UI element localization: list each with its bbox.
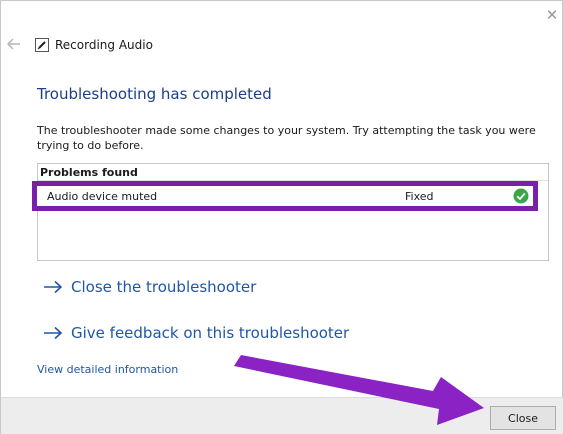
dialog-footer: Close xyxy=(1,397,563,434)
problem-item[interactable]: Audio device muted Fixed xyxy=(32,181,538,211)
close-button[interactable]: Close xyxy=(490,406,556,430)
pen-icon xyxy=(35,38,49,52)
close-troubleshooter-link[interactable]: Close the troubleshooter xyxy=(43,276,256,298)
view-details-link[interactable]: View detailed information xyxy=(37,363,178,376)
troubleshooter-window: ✕ Recording Audio Troubleshooting has co… xyxy=(0,0,563,434)
close-troubleshooter-label: Close the troubleshooter xyxy=(71,278,257,296)
back-arrow-icon[interactable] xyxy=(5,35,23,53)
close-window-icon[interactable]: ✕ xyxy=(542,5,562,25)
problems-found-list: Problems found Audio device muted Fixed xyxy=(32,163,549,261)
problems-header: Problems found xyxy=(40,166,138,179)
page-description: The troubleshooter made some changes to … xyxy=(37,124,536,152)
arrow-right-icon xyxy=(44,326,63,340)
arrow-right-icon xyxy=(44,280,63,294)
problem-status: Fixed xyxy=(405,190,434,203)
window-title-bar: Recording Audio xyxy=(35,36,153,54)
give-feedback-label: Give feedback on this troubleshooter xyxy=(71,324,350,342)
window-title: Recording Audio xyxy=(55,38,153,52)
give-feedback-link[interactable]: Give feedback on this troubleshooter xyxy=(43,322,349,344)
problem-name: Audio device muted xyxy=(47,190,158,203)
check-circle-icon xyxy=(513,188,529,204)
page-title: Troubleshooting has completed xyxy=(37,85,272,103)
